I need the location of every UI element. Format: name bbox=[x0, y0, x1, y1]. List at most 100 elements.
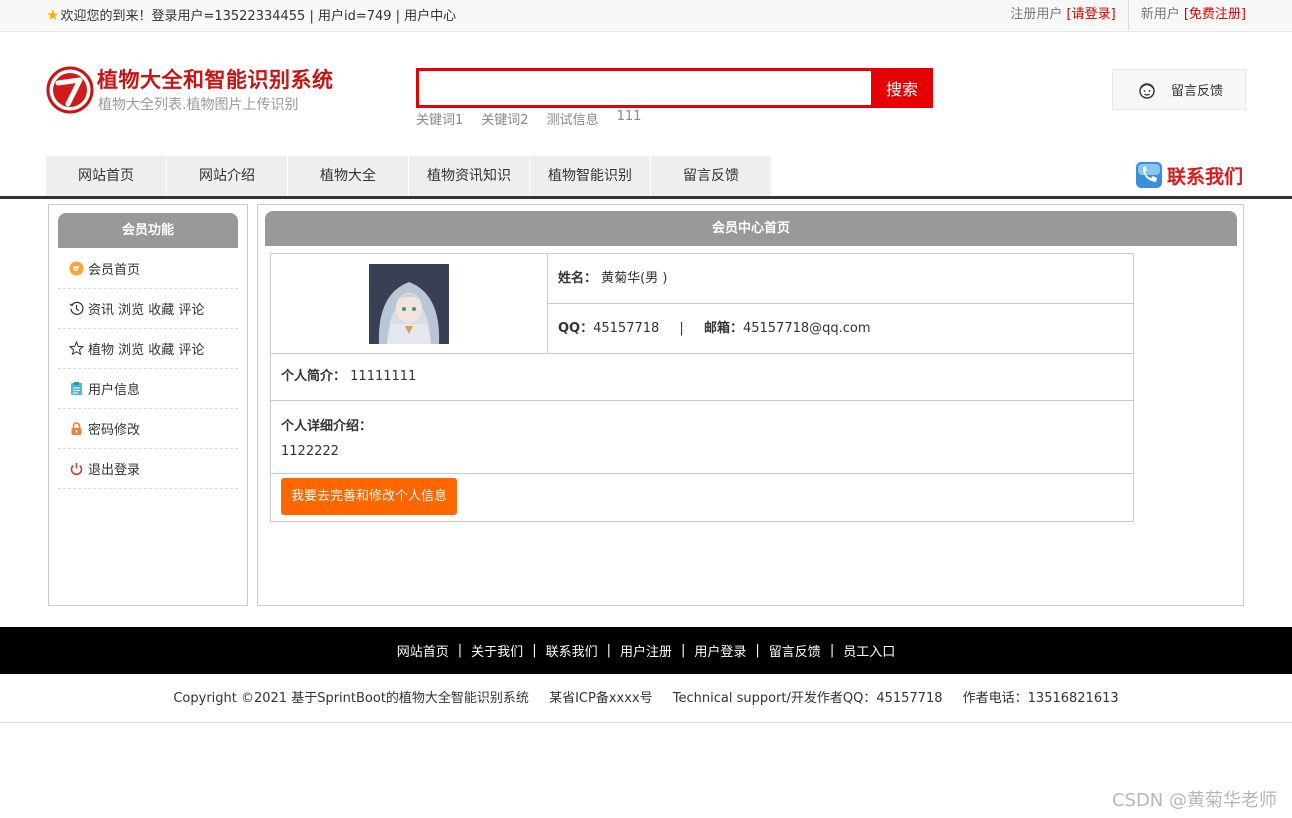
footer-link-home[interactable]: 网站首页 bbox=[397, 641, 449, 660]
star-outline-icon bbox=[68, 341, 84, 357]
welcome-message: ★欢迎您的到来！登录用户=13522334455 | 用户id=749 | 用户… bbox=[46, 0, 456, 32]
edit-profile-button[interactable]: 我要去完善和修改个人信息 bbox=[281, 478, 458, 515]
search-button[interactable]: 搜索 bbox=[871, 68, 933, 108]
register-prefix: 注册用户 bbox=[1010, 7, 1063, 22]
profile-row-action: 我要去完善和修改个人信息 bbox=[271, 474, 1133, 521]
sidebar-item-label: 植物 浏览 收藏 评论 bbox=[88, 343, 205, 358]
panel-title: 会员中心首页 bbox=[265, 211, 1237, 246]
login-group: 注册用户 [请登录] bbox=[998, 0, 1127, 30]
keyword-link[interactable]: 111 bbox=[617, 109, 642, 128]
keyword-link[interactable]: 关键词1 bbox=[416, 109, 463, 128]
qq-value: 45157718 bbox=[593, 321, 660, 336]
nav-item-recognition[interactable]: 植物智能识别 bbox=[530, 156, 650, 196]
sidebar-item-user-info[interactable]: 用户信息 bbox=[58, 369, 238, 409]
auth-links: 注册用户 [请登录] 新用户 [免费注册] bbox=[998, 0, 1246, 30]
login-link[interactable]: [请登录] bbox=[1067, 7, 1116, 22]
email-label: 邮箱： bbox=[703, 321, 743, 336]
footer-link-staff[interactable]: 员工入口 bbox=[843, 641, 895, 660]
sidebar-item-label: 退出登录 bbox=[88, 463, 141, 478]
sidebar-item-label: 密码修改 bbox=[88, 423, 141, 438]
contact-us[interactable]: 联系我们 bbox=[1135, 160, 1243, 190]
sidebar-item-label: 资讯 浏览 收藏 评论 bbox=[88, 303, 205, 318]
phone-text: 作者电话：13516821613 bbox=[962, 691, 1119, 706]
search-box: 搜索 bbox=[416, 68, 933, 108]
nav-divider bbox=[0, 196, 1292, 199]
main-nav: 网站首页 网站介绍 植物大全 植物资讯知识 植物智能识别 留言反馈 bbox=[46, 156, 772, 196]
sidebar-item-member-home[interactable]: 会员首页 bbox=[58, 249, 238, 289]
member-sidebar: 会员功能 会员首页 资讯 浏览 收藏 评论 植物 浏览 收藏 评论 用户信息 密… bbox=[48, 204, 248, 606]
copyright-bar: Copyright ©2021 基于SprintBoot的植物大全智能识别系统 … bbox=[0, 674, 1292, 723]
profile-row-intro: 个人简介： 11111111 bbox=[271, 354, 1133, 401]
footer-nav: 网站首页 | 关于我们 | 联系我们 | 用户注册 | 用户登录 | 留言反馈 | 员工入口 bbox=[0, 627, 1292, 674]
star-icon: ★ bbox=[46, 6, 60, 24]
sidebar-item-label: 会员首页 bbox=[88, 263, 141, 278]
footer-link-feedback[interactable]: 留言反馈 bbox=[769, 641, 821, 660]
sidebar-item-news-history[interactable]: 资讯 浏览 收藏 评论 bbox=[58, 289, 238, 329]
name-label: 姓名： bbox=[558, 271, 598, 286]
register-group: 新用户 [免费注册] bbox=[1127, 0, 1246, 30]
nav-item-feedback[interactable]: 留言反馈 bbox=[651, 156, 771, 196]
clipboard-icon bbox=[68, 381, 84, 397]
phone-icon bbox=[1136, 162, 1162, 188]
keyword-link[interactable]: 关键词2 bbox=[481, 109, 528, 128]
site-subtitle: 植物大全列表.植物图片上传识别 bbox=[98, 97, 299, 113]
feedback-button[interactable]: 留言反馈 bbox=[1112, 69, 1246, 110]
name-row: 姓名： 黄菊华(男 ) bbox=[548, 254, 1133, 304]
free-register-link[interactable]: [免费注册] bbox=[1184, 7, 1246, 22]
qq-label: QQ： bbox=[558, 321, 594, 336]
contact-row: QQ：45157718 | 邮箱：45157718@qq.com bbox=[548, 304, 1133, 353]
top-bar: ★欢迎您的到来！登录用户=13522334455 | 用户id=749 | 用户… bbox=[0, 0, 1292, 32]
contact-us-label: 联系我们 bbox=[1167, 165, 1244, 188]
footer-separator: | bbox=[532, 643, 537, 658]
icp-text: 某省ICP备xxxx号 bbox=[549, 691, 653, 706]
field-divider: | bbox=[679, 321, 684, 336]
sidebar-menu: 会员首页 资讯 浏览 收藏 评论 植物 浏览 收藏 评论 用户信息 密码修改 退… bbox=[58, 249, 238, 489]
email-value: 45157718@qq.com bbox=[742, 321, 871, 336]
search-input[interactable] bbox=[419, 71, 871, 105]
hot-keywords: 关键词1 关键词2 测试信息 111 bbox=[416, 109, 641, 128]
site-title: 植物大全和智能识别系统 bbox=[97, 68, 334, 92]
support-text: Technical support/开发作者QQ：45157718 bbox=[672, 691, 943, 706]
logo-icon[interactable] bbox=[46, 66, 94, 114]
nav-item-news[interactable]: 植物资讯知识 bbox=[409, 156, 529, 196]
orange-circle-icon bbox=[68, 261, 84, 277]
avatar bbox=[369, 263, 449, 344]
sidebar-title: 会员功能 bbox=[58, 213, 238, 248]
detail-label: 个人详细介绍： bbox=[281, 419, 373, 434]
footer-separator: | bbox=[755, 643, 760, 658]
name-value: 黄菊华(男 ) bbox=[601, 271, 668, 286]
footer-link-register[interactable]: 用户注册 bbox=[620, 641, 672, 660]
sidebar-item-logout[interactable]: 退出登录 bbox=[58, 449, 238, 489]
lock-icon bbox=[68, 421, 84, 437]
footer-link-contact[interactable]: 联系我们 bbox=[546, 641, 598, 660]
intro-label: 个人简介： bbox=[281, 369, 347, 384]
keyword-link[interactable]: 测试信息 bbox=[547, 109, 599, 128]
history-icon bbox=[68, 301, 84, 317]
profile-row-basic: 姓名： 黄菊华(男 ) QQ：45157718 | 邮箱：45157718@qq… bbox=[271, 254, 1133, 354]
sidebar-item-change-password[interactable]: 密码修改 bbox=[58, 409, 238, 449]
footer-separator: | bbox=[829, 643, 835, 658]
nav-item-plants[interactable]: 植物大全 bbox=[288, 156, 408, 196]
detail-value: 1122222 bbox=[281, 444, 339, 459]
member-center-panel: 会员中心首页 姓名： 黄菊华(男 ) QQ：45157718 | 邮箱：4515… bbox=[257, 204, 1244, 606]
headset-icon bbox=[1139, 82, 1155, 99]
footer-separator: | bbox=[606, 643, 611, 658]
nav-item-home[interactable]: 网站首页 bbox=[46, 156, 166, 196]
sidebar-item-plant-history[interactable]: 植物 浏览 收藏 评论 bbox=[58, 329, 238, 369]
copyright-text: Copyright ©2021 基于SprintBoot的植物大全智能识别系统 bbox=[173, 691, 529, 706]
footer-link-about[interactable]: 关于我们 bbox=[471, 641, 523, 660]
footer-separator: | bbox=[457, 643, 463, 658]
power-icon bbox=[68, 461, 84, 477]
watermark: CSDN @黄菊华老师 bbox=[1111, 790, 1277, 811]
profile-row-detail: 个人详细介绍： 1122222 bbox=[271, 401, 1133, 474]
avatar-cell bbox=[271, 254, 548, 353]
footer-link-login[interactable]: 用户登录 bbox=[694, 641, 746, 660]
basic-info: 姓名： 黄菊华(男 ) QQ：45157718 | 邮箱：45157718@qq… bbox=[548, 254, 1133, 353]
welcome-text[interactable]: 欢迎您的到来！登录用户=13522334455 | 用户id=749 | 用户中… bbox=[60, 9, 456, 24]
footer-separator: | bbox=[681, 643, 686, 658]
nav-item-about[interactable]: 网站介绍 bbox=[167, 156, 287, 196]
profile-table: 姓名： 黄菊华(男 ) QQ：45157718 | 邮箱：45157718@qq… bbox=[270, 253, 1134, 522]
feedback-button-label: 留言反馈 bbox=[1171, 84, 1224, 99]
sidebar-item-label: 用户信息 bbox=[88, 383, 141, 398]
intro-value: 11111111 bbox=[350, 369, 417, 384]
